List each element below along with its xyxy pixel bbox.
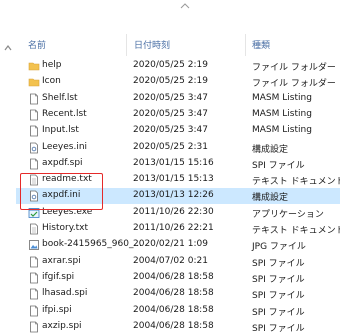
file-date: 2013/01/15 15:16 (133, 157, 214, 168)
image-file-icon (28, 239, 40, 251)
sort-ascending-icon (180, 3, 190, 9)
file-date: 2020/05/25 2:31 (133, 141, 208, 152)
file-name: ifpi.spi (42, 304, 72, 315)
document-icon (28, 256, 40, 268)
file-name: axpdf.spi (42, 157, 83, 168)
file-name: Shelf.lst (42, 92, 78, 103)
file-type: SPI ファイル (252, 307, 305, 318)
document-icon (28, 109, 40, 121)
document-icon (28, 305, 40, 317)
document-icon (28, 321, 40, 333)
file-type: MASM Listing (252, 125, 312, 136)
file-row[interactable]: Recent.lst 2020/05/25 3:47 MASM Listing (16, 107, 340, 123)
file-row[interactable]: book-2415965_960_... 2020/02/21 1:09 JPG フ… (16, 237, 340, 253)
file-type: 構成設定 (252, 193, 289, 204)
file-type: アプリケーション (252, 209, 324, 220)
file-date: 2011/10/26 22:21 (133, 223, 214, 233)
document-icon (28, 125, 40, 137)
settings-file-icon (28, 142, 40, 154)
file-name: Leeyes.ini (42, 141, 88, 152)
file-date: 2004/06/28 18:58 (133, 271, 214, 282)
column-divider[interactable] (126, 34, 127, 56)
file-type: 構成設定 (252, 144, 289, 155)
file-date: 2013/01/13 12:26 (133, 190, 214, 201)
column-header-name[interactable]: 名前 (28, 38, 46, 51)
file-row[interactable]: axrar.spi 2004/07/02 0:21 SPI ファイル (16, 254, 340, 270)
file-date: 2020/05/25 3:47 (133, 108, 208, 119)
file-name: lhasad.spi (42, 288, 88, 299)
file-row[interactable]: help 2020/05/25 2:19 ファイル フォルダー (16, 58, 340, 74)
file-row[interactable]: Shelf.lst 2020/05/25 3:47 MASM Listing (16, 91, 340, 107)
document-icon (28, 93, 40, 105)
file-name: help (42, 60, 62, 70)
file-row[interactable]: Leeyes.ini 2020/05/25 2:31 構成設定 (16, 140, 340, 156)
file-date: 2020/02/21 1:09 (133, 239, 208, 250)
file-type: SPI ファイル (252, 160, 305, 171)
file-row[interactable]: Input.lst 2020/05/25 3:47 MASM Listing (16, 123, 340, 139)
file-name: Input.lst (42, 125, 79, 136)
file-type: MASM Listing (252, 92, 312, 103)
file-name: History.txt (42, 223, 88, 233)
file-type: ファイル フォルダー (252, 79, 336, 90)
file-type: MASM Listing (252, 108, 312, 119)
file-name: Recent.lst (42, 108, 87, 119)
file-row[interactable]: axpdf.spi 2013/01/15 15:16 SPI ファイル (16, 156, 340, 172)
file-row[interactable]: History.txt 2011/10/26 22:21 テキスト ドキュメント (16, 221, 340, 237)
file-date: 2020/05/25 2:19 (133, 60, 208, 70)
file-name: Icon (42, 76, 61, 87)
file-type: テキスト ドキュメント (252, 226, 340, 236)
file-date: 2020/05/25 2:19 (133, 76, 208, 87)
column-header-date[interactable]: 日付時刻 (134, 38, 170, 51)
column-header-type[interactable]: 種類 (252, 38, 270, 51)
text-file-icon (28, 223, 40, 235)
file-date: 2004/06/28 18:58 (133, 304, 214, 315)
file-row[interactable]: ifgif.spi 2004/06/28 18:58 SPI ファイル (16, 270, 340, 286)
file-date: 2013/01/15 15:13 (133, 174, 214, 185)
document-icon (28, 158, 40, 170)
file-type: SPI ファイル (252, 323, 305, 334)
file-type: SPI ファイル (252, 274, 305, 285)
folder-icon (28, 60, 40, 72)
file-row[interactable]: ifpi.spi 2004/06/28 18:58 SPI ファイル (16, 303, 340, 319)
file-name: axzip.spi (42, 320, 82, 331)
file-date: 2020/05/25 3:47 (133, 92, 208, 103)
file-name: book-2415965_960_... (42, 239, 143, 250)
column-header: 名前 日付時刻 種類 (0, 28, 340, 56)
highlight-box (20, 173, 103, 210)
file-date: 2004/06/28 18:58 (133, 288, 214, 299)
file-date: 2004/07/02 0:21 (133, 255, 208, 266)
file-type: JPG ファイル (252, 242, 306, 253)
file-type: SPI ファイル (252, 291, 305, 302)
file-row[interactable]: lhasad.spi 2004/06/28 18:58 SPI ファイル (16, 286, 340, 302)
folder-icon (28, 76, 40, 88)
file-date: 2004/06/28 18:58 (133, 320, 214, 331)
file-date: 2020/05/25 3:47 (133, 125, 208, 136)
file-date: 2011/10/26 22:30 (133, 206, 214, 217)
file-type: ファイル フォルダー (252, 63, 336, 73)
document-icon (28, 288, 40, 300)
file-name: axrar.spi (42, 255, 81, 266)
file-row[interactable]: axzip.spi 2004/06/28 18:58 SPI ファイル (16, 319, 340, 335)
file-row[interactable]: Icon 2020/05/25 2:19 ファイル フォルダー (16, 74, 340, 90)
document-icon (28, 272, 40, 284)
column-divider[interactable] (245, 34, 246, 56)
file-type: SPI ファイル (252, 258, 305, 269)
file-name: ifgif.spi (42, 271, 75, 282)
file-type: テキスト ドキュメント (252, 177, 340, 188)
